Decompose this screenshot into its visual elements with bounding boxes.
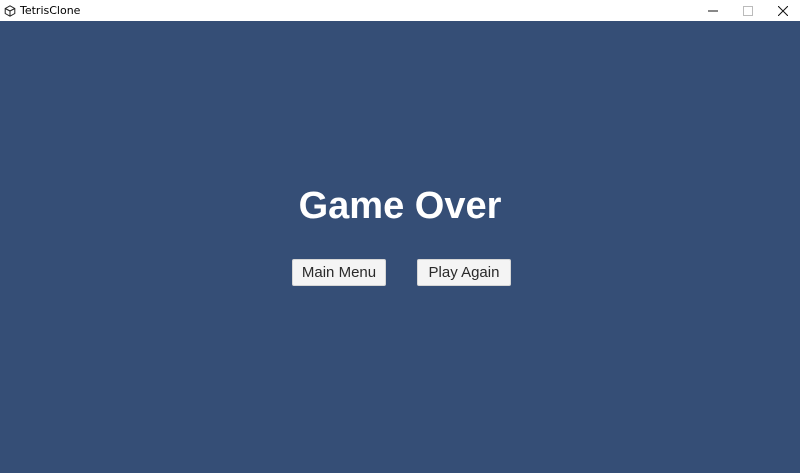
game-view: Game Over Main Menu Play Again — [0, 21, 800, 473]
unity-icon — [4, 4, 16, 17]
app-window: TetrisClone Game Over Main Menu Play Aga… — [0, 0, 800, 473]
minimize-button[interactable] — [695, 0, 730, 21]
maximize-icon — [742, 5, 753, 16]
close-icon — [777, 5, 788, 16]
main-menu-button[interactable]: Main Menu — [292, 259, 386, 286]
play-again-button[interactable]: Play Again — [417, 259, 511, 286]
minimize-icon — [707, 6, 718, 16]
title-bar[interactable]: TetrisClone — [0, 0, 800, 21]
window-title: TetrisClone — [20, 4, 81, 17]
close-button[interactable] — [765, 0, 800, 21]
window-controls — [695, 0, 800, 21]
maximize-button[interactable] — [730, 0, 765, 21]
game-over-heading: Game Over — [298, 185, 502, 227]
